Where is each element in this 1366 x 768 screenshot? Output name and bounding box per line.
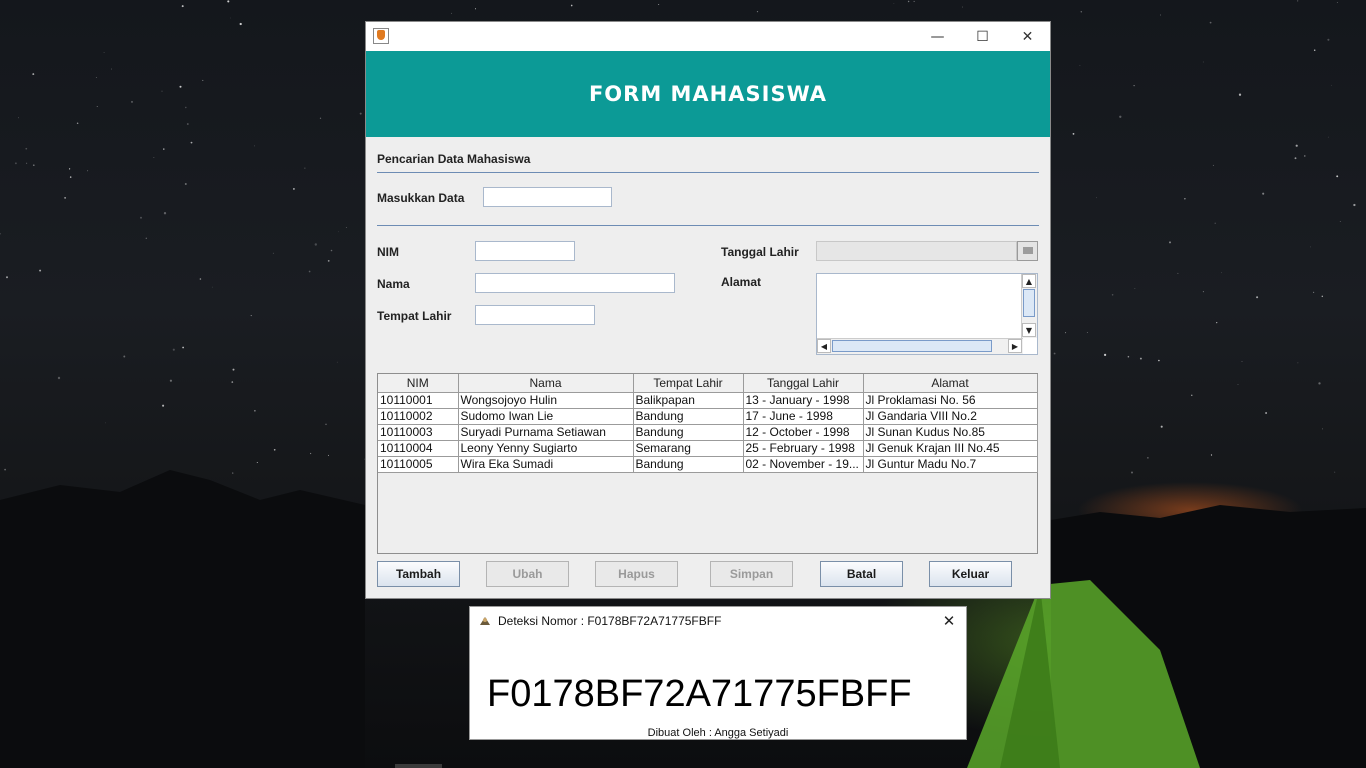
alamat-horizontal-scrollbar[interactable]: ◀ ▶ bbox=[817, 338, 1023, 354]
nim-label: NIM bbox=[377, 245, 399, 259]
detected-number: F0178BF72A71775FBFF bbox=[487, 673, 912, 715]
table-cell: Bandung bbox=[633, 424, 744, 441]
column-header[interactable]: Nama bbox=[458, 374, 634, 393]
table-cell: Jl Genuk Krajan III No.45 bbox=[863, 440, 1038, 457]
scroll-up-icon[interactable]: ▲ bbox=[1022, 274, 1036, 288]
table-cell: 10110004 bbox=[378, 440, 459, 457]
alamat-textarea[interactable]: ▲ ▼ ◀ ▶ bbox=[816, 273, 1038, 355]
scroll-right-icon[interactable]: ▶ bbox=[1008, 339, 1022, 353]
table-cell: 17 - June - 1998 bbox=[743, 408, 864, 425]
table-header-row: NIM Nama Tempat Lahir Tanggal Lahir Alam… bbox=[378, 374, 1038, 393]
table-cell: 10110005 bbox=[378, 456, 459, 473]
ubah-button[interactable]: Ubah bbox=[486, 561, 569, 587]
dialog-title: Deteksi Nomor : F0178BF72A71775FBFF bbox=[498, 614, 722, 628]
table-row[interactable]: 10110002 Sudomo Iwan Lie Bandung 17 - Ju… bbox=[378, 408, 1038, 425]
java-cup-icon bbox=[373, 28, 389, 44]
title-bar[interactable]: — ☐ ✕ bbox=[366, 22, 1050, 51]
author-credit: Dibuat Oleh : Angga Setiyadi bbox=[647, 727, 789, 739]
search-section-title: Pencarian Data Mahasiswa bbox=[377, 152, 531, 166]
calendar-icon bbox=[1023, 247, 1033, 254]
table-cell: Bandung bbox=[633, 408, 744, 425]
scroll-down-icon[interactable]: ▼ bbox=[1022, 323, 1036, 337]
table-cell: 25 - February - 1998 bbox=[743, 440, 864, 457]
alamat-label: Alamat bbox=[721, 275, 762, 289]
tempat-lahir-field[interactable] bbox=[476, 306, 594, 324]
form-title: FORM MAHASISWA bbox=[588, 82, 828, 106]
taskbar-indicator bbox=[395, 764, 442, 768]
table-cell: Suryadi Purnama Setiawan bbox=[458, 424, 634, 441]
table-cell: Wira Eka Sumadi bbox=[458, 456, 634, 473]
calendar-picker-button[interactable] bbox=[1017, 241, 1038, 261]
table-cell: Jl Gandaria VIII No.2 bbox=[863, 408, 1038, 425]
table-cell: 10110002 bbox=[378, 408, 459, 425]
dialog-close-button[interactable]: ✕ bbox=[936, 607, 962, 635]
nama-field-box bbox=[475, 273, 675, 293]
table-row[interactable]: 10110005 Wira Eka Sumadi Bandung 02 - No… bbox=[378, 456, 1038, 473]
tanggal-lahir-label: Tanggal Lahir bbox=[721, 245, 799, 259]
alamat-vertical-scrollbar[interactable]: ▲ ▼ bbox=[1021, 274, 1037, 338]
column-header[interactable]: Alamat bbox=[863, 374, 1038, 393]
scroll-left-icon[interactable]: ◀ bbox=[817, 339, 831, 353]
column-header[interactable]: Tanggal Lahir bbox=[743, 374, 864, 393]
table-row[interactable]: 10110001 Wongsojoyo Hulin Balikpapan 13 … bbox=[378, 392, 1038, 409]
horizontal-scroll-thumb[interactable] bbox=[832, 340, 992, 352]
table-cell: 02 - November - 19... bbox=[743, 456, 864, 473]
search-separator bbox=[377, 172, 1039, 173]
table-cell: Leony Yenny Sugiarto bbox=[458, 440, 634, 457]
nim-field[interactable] bbox=[476, 242, 574, 260]
maximize-button[interactable]: ☐ bbox=[960, 22, 1005, 51]
main-window: — ☐ ✕ FORM MAHASISWA Pencarian Data Maha… bbox=[365, 21, 1051, 599]
search-input-box bbox=[483, 187, 612, 207]
header-banner: FORM MAHASISWA bbox=[366, 51, 1050, 137]
column-header[interactable]: Tempat Lahir bbox=[633, 374, 744, 393]
table-cell: Bandung bbox=[633, 456, 744, 473]
column-header[interactable]: NIM bbox=[378, 374, 459, 393]
table-cell: Sudomo Iwan Lie bbox=[458, 408, 634, 425]
tempat-lahir-field-box bbox=[475, 305, 595, 325]
table-cell: Jl Sunan Kudus No.85 bbox=[863, 424, 1038, 441]
nama-field[interactable] bbox=[476, 274, 674, 292]
tanggal-lahir-field[interactable] bbox=[817, 242, 1016, 260]
vertical-scroll-thumb[interactable] bbox=[1023, 289, 1035, 317]
mahasiswa-table: NIM Nama Tempat Lahir Tanggal Lahir Alam… bbox=[377, 373, 1038, 554]
minimize-button[interactable]: — bbox=[915, 22, 960, 51]
table-cell: 10110001 bbox=[378, 392, 459, 409]
table-cell: Balikpapan bbox=[633, 392, 744, 409]
form-separator bbox=[377, 225, 1039, 226]
table-row[interactable]: 10110004 Leony Yenny Sugiarto Semarang 2… bbox=[378, 440, 1038, 457]
tambah-button[interactable]: Tambah bbox=[377, 561, 460, 587]
table-cell: Wongsojoyo Hulin bbox=[458, 392, 634, 409]
tanggal-lahir-field-box bbox=[816, 241, 1017, 261]
hapus-button[interactable]: Hapus bbox=[595, 561, 678, 587]
search-label: Masukkan Data bbox=[377, 191, 465, 205]
nama-label: Nama bbox=[377, 277, 410, 291]
table-cell: Jl Proklamasi No. 56 bbox=[863, 392, 1038, 409]
search-input[interactable] bbox=[484, 188, 611, 206]
batal-button[interactable]: Batal bbox=[820, 561, 903, 587]
table-row[interactable]: 10110003 Suryadi Purnama Setiawan Bandun… bbox=[378, 424, 1038, 441]
app-icon bbox=[480, 617, 490, 625]
table-cell: 12 - October - 1998 bbox=[743, 424, 864, 441]
deteksi-nomor-dialog: Deteksi Nomor : F0178BF72A71775FBFF ✕ F0… bbox=[469, 606, 967, 740]
simpan-button[interactable]: Simpan bbox=[710, 561, 793, 587]
tempat-lahir-label: Tempat Lahir bbox=[377, 309, 452, 323]
keluar-button[interactable]: Keluar bbox=[929, 561, 1012, 587]
table-cell: 13 - January - 1998 bbox=[743, 392, 864, 409]
table-cell: Semarang bbox=[633, 440, 744, 457]
nim-field-box bbox=[475, 241, 575, 261]
table-cell: Jl Guntur Madu No.7 bbox=[863, 456, 1038, 473]
table-cell: 10110003 bbox=[378, 424, 459, 441]
close-button[interactable]: ✕ bbox=[1005, 22, 1050, 51]
